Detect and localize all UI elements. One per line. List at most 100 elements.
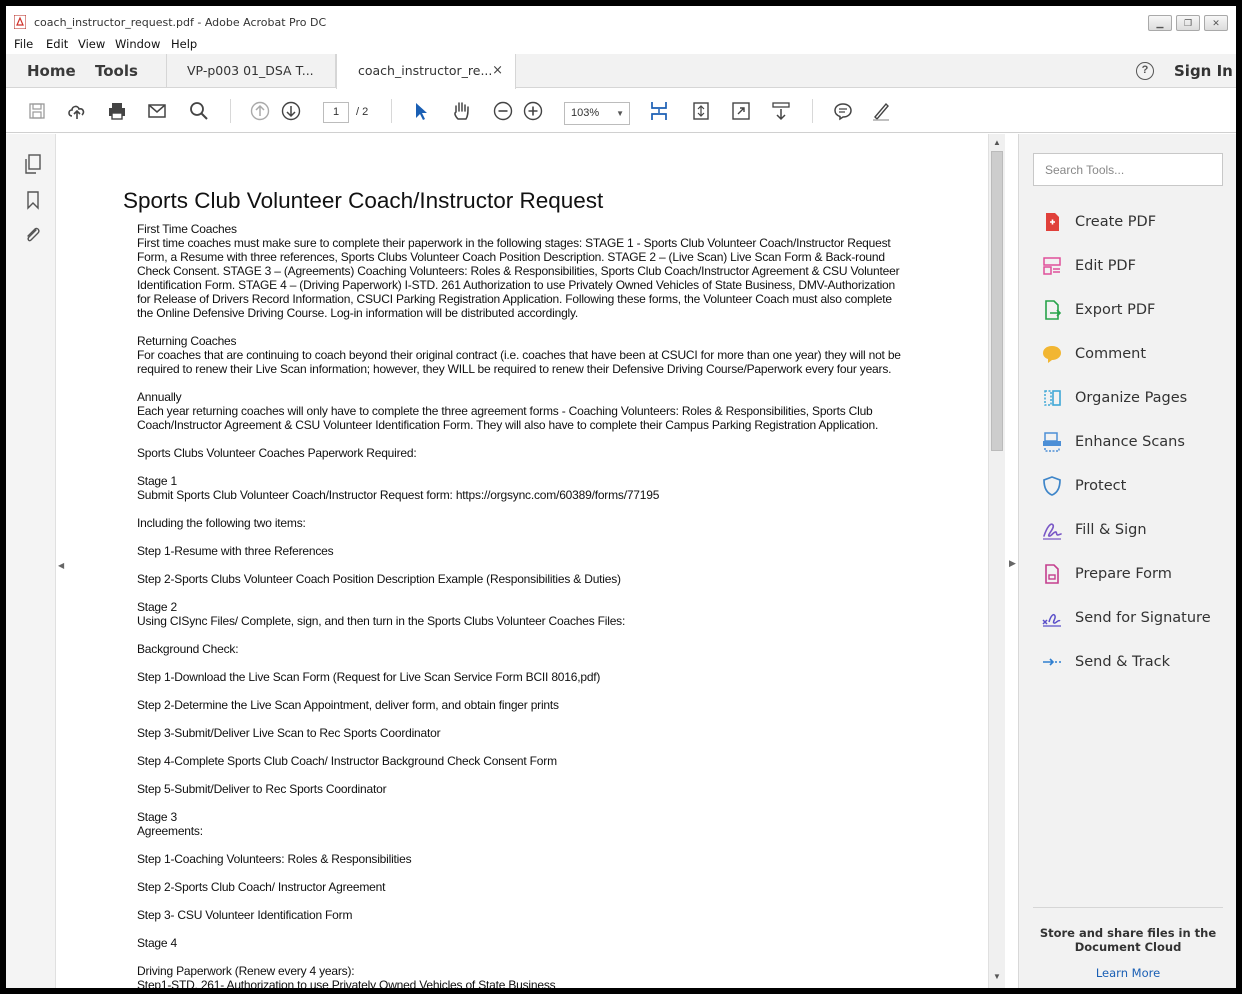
tool-fill-sign[interactable]: Fill & Sign — [1041, 519, 1231, 543]
document-paragraph: Returning Coaches For coaches that are co… — [137, 334, 942, 376]
restore-button[interactable]: ❐ — [1176, 15, 1200, 31]
tool-enhance-scans[interactable]: Enhance Scans — [1041, 431, 1231, 455]
bookmarks-icon[interactable] — [24, 190, 42, 210]
highlight-pen-icon[interactable] — [870, 100, 892, 122]
document-paragraph: Driving Paperwork (Renew every 4 years):… — [137, 964, 942, 988]
document-line: Step 3- CSU Volunteer Identification For… — [137, 908, 353, 922]
document-line: Check Consent. STAGE 3 – (Agreements) Co… — [137, 264, 900, 278]
tab-bar: Home Tools VP-p003 01_DSA T... coach_ins… — [6, 54, 1236, 89]
previous-page-icon[interactable] — [249, 100, 271, 122]
vertical-scrollbar[interactable]: ▲ ▼ — [988, 134, 1005, 988]
document-line: Each year returning coaches will only ha… — [137, 404, 873, 418]
attachments-icon[interactable] — [24, 224, 42, 244]
send-track-icon — [1043, 658, 1061, 666]
menu-window[interactable]: Window — [115, 37, 160, 51]
doc-tab-label: coach_instructor_re... — [358, 63, 493, 78]
page-thumbnails-icon[interactable] — [24, 154, 42, 174]
document-paragraph: Stage 4 — [137, 936, 942, 950]
document-line: Including the following two items: — [137, 516, 306, 530]
minimize-button[interactable]: ▁ — [1148, 15, 1172, 31]
search-tools-input[interactable]: Search Tools... — [1033, 153, 1223, 186]
comment-icon — [1043, 346, 1061, 363]
document-line: Step 4-Complete Sports Club Coach/ Instr… — [137, 754, 557, 768]
tool-export-pdf[interactable]: Export PDF — [1041, 299, 1231, 323]
document-line: Form, a Resume with three references, Sp… — [137, 250, 885, 264]
document-line: Sports Clubs Volunteer Coaches Paperwork… — [137, 446, 417, 460]
scrolling-mode-icon[interactable] — [648, 100, 670, 122]
document-body: First Time Coaches First time coaches mus… — [137, 222, 942, 988]
search-icon[interactable] — [188, 100, 210, 122]
collapse-right-pane-icon[interactable]: ▶ — [1009, 558, 1016, 569]
chevron-down-icon: ▼ — [616, 109, 624, 118]
close-tab-icon[interactable]: × — [492, 63, 503, 78]
document-line: Step 2-Sports Club Coach/ Instructor Agr… — [137, 880, 386, 894]
document-line: the Online Defensive Driving Course. Log… — [137, 306, 579, 320]
tab-tools[interactable]: Tools — [95, 62, 138, 80]
document-line: Stage 3 — [137, 810, 177, 824]
scroll-up-arrow-icon[interactable]: ▲ — [993, 138, 1001, 147]
tool-organize-pages[interactable]: Organize Pages — [1041, 387, 1231, 411]
tool-label: Fill & Sign — [1075, 522, 1147, 538]
scroll-thumb[interactable] — [991, 151, 1003, 451]
full-screen-icon[interactable] — [730, 100, 752, 122]
tool-label: Edit PDF — [1075, 258, 1136, 274]
zoom-select[interactable]: 103% ▼ — [564, 102, 630, 125]
tool-create-pdf[interactable]: Create PDF — [1041, 211, 1231, 235]
acrobat-window: coach_instructor_request.pdf - Adobe Acr… — [6, 6, 1236, 988]
menu-help[interactable]: Help — [171, 37, 197, 51]
menu-file[interactable]: File — [14, 37, 33, 51]
document-line: Stage 1 — [137, 474, 177, 488]
toolbar: 1 / 2 103% ▼ — [6, 89, 1236, 133]
zoom-in-icon[interactable] — [522, 100, 544, 122]
document-paragraph: Step 3-Submit/Deliver Live Scan to Rec S… — [137, 726, 942, 740]
tool-label: Export PDF — [1075, 302, 1156, 318]
tool-protect[interactable]: Protect — [1041, 475, 1231, 499]
document-line: Step1-STD. 261- Authorization to use Pri… — [137, 978, 556, 988]
tool-send-track[interactable]: Send & Track — [1041, 651, 1231, 675]
collapse-left-pane-icon[interactable]: ◀ — [58, 561, 64, 570]
learn-more-link[interactable]: Learn More — [1033, 966, 1223, 980]
document-line: Step 1-Download the Live Scan Form (Requ… — [137, 670, 601, 684]
doc-tab-coach-instructor[interactable]: coach_instructor_re... × — [336, 54, 516, 89]
protect-icon — [1043, 476, 1061, 496]
page-number-input[interactable]: 1 — [323, 102, 349, 123]
acrobat-app-icon — [14, 15, 26, 29]
document-line: Background Check: — [137, 642, 239, 656]
document-paragraph: Step 1-Coaching Volunteers: Roles & Resp… — [137, 852, 942, 866]
document-paragraph: Including the following two items: — [137, 516, 942, 530]
toolbar-divider — [812, 99, 813, 123]
document-title: Sports Club Volunteer Coach/Instructor R… — [123, 188, 604, 213]
tool-edit-pdf[interactable]: Edit PDF — [1041, 255, 1231, 279]
close-window-button[interactable]: ✕ — [1204, 15, 1228, 31]
comment-bubble-icon[interactable] — [832, 100, 854, 122]
hand-tool-icon[interactable] — [450, 100, 472, 122]
next-page-icon[interactable] — [280, 100, 302, 122]
enhance-scans-icon — [1043, 432, 1061, 452]
prepare-form-icon — [1045, 564, 1059, 584]
zoom-out-icon[interactable] — [492, 100, 514, 122]
help-icon[interactable]: ? — [1136, 62, 1154, 80]
select-cursor-icon[interactable] — [410, 100, 432, 122]
menu-edit[interactable]: Edit — [46, 37, 68, 51]
read-mode-icon[interactable] — [770, 100, 792, 122]
print-icon[interactable] — [106, 100, 128, 122]
fit-page-icon[interactable] — [690, 100, 712, 122]
tool-label: Send for Signature — [1075, 610, 1211, 626]
tool-prepare-form[interactable]: Prepare Form — [1041, 563, 1231, 587]
document-paragraph: Background Check: — [137, 642, 942, 656]
sign-in-button[interactable]: Sign In — [1174, 62, 1233, 80]
document-view[interactable]: Sports Club Volunteer Coach/Instructor R… — [66, 134, 986, 988]
doc-tab-vp-p003[interactable]: VP-p003 01_DSA T... — [166, 54, 336, 88]
save-icon[interactable] — [26, 100, 48, 122]
document-line: First time coaches must make sure to com… — [137, 236, 891, 250]
menu-view[interactable]: View — [78, 37, 105, 51]
email-icon[interactable] — [146, 100, 168, 122]
document-line: Step 3-Submit/Deliver Live Scan to Rec S… — [137, 726, 441, 740]
scroll-down-arrow-icon[interactable]: ▼ — [993, 972, 1001, 981]
document-paragraph: Step 2-Sports Club Coach/ Instructor Agr… — [137, 880, 942, 894]
tools-pane: Search Tools... Create PDF Edit PDF Export… — [1018, 134, 1236, 988]
tool-comment[interactable]: Comment — [1041, 343, 1231, 367]
tab-home[interactable]: Home — [27, 62, 76, 80]
cloud-upload-icon[interactable] — [66, 100, 88, 122]
tool-send-for-signature[interactable]: Send for Signature — [1041, 607, 1231, 631]
